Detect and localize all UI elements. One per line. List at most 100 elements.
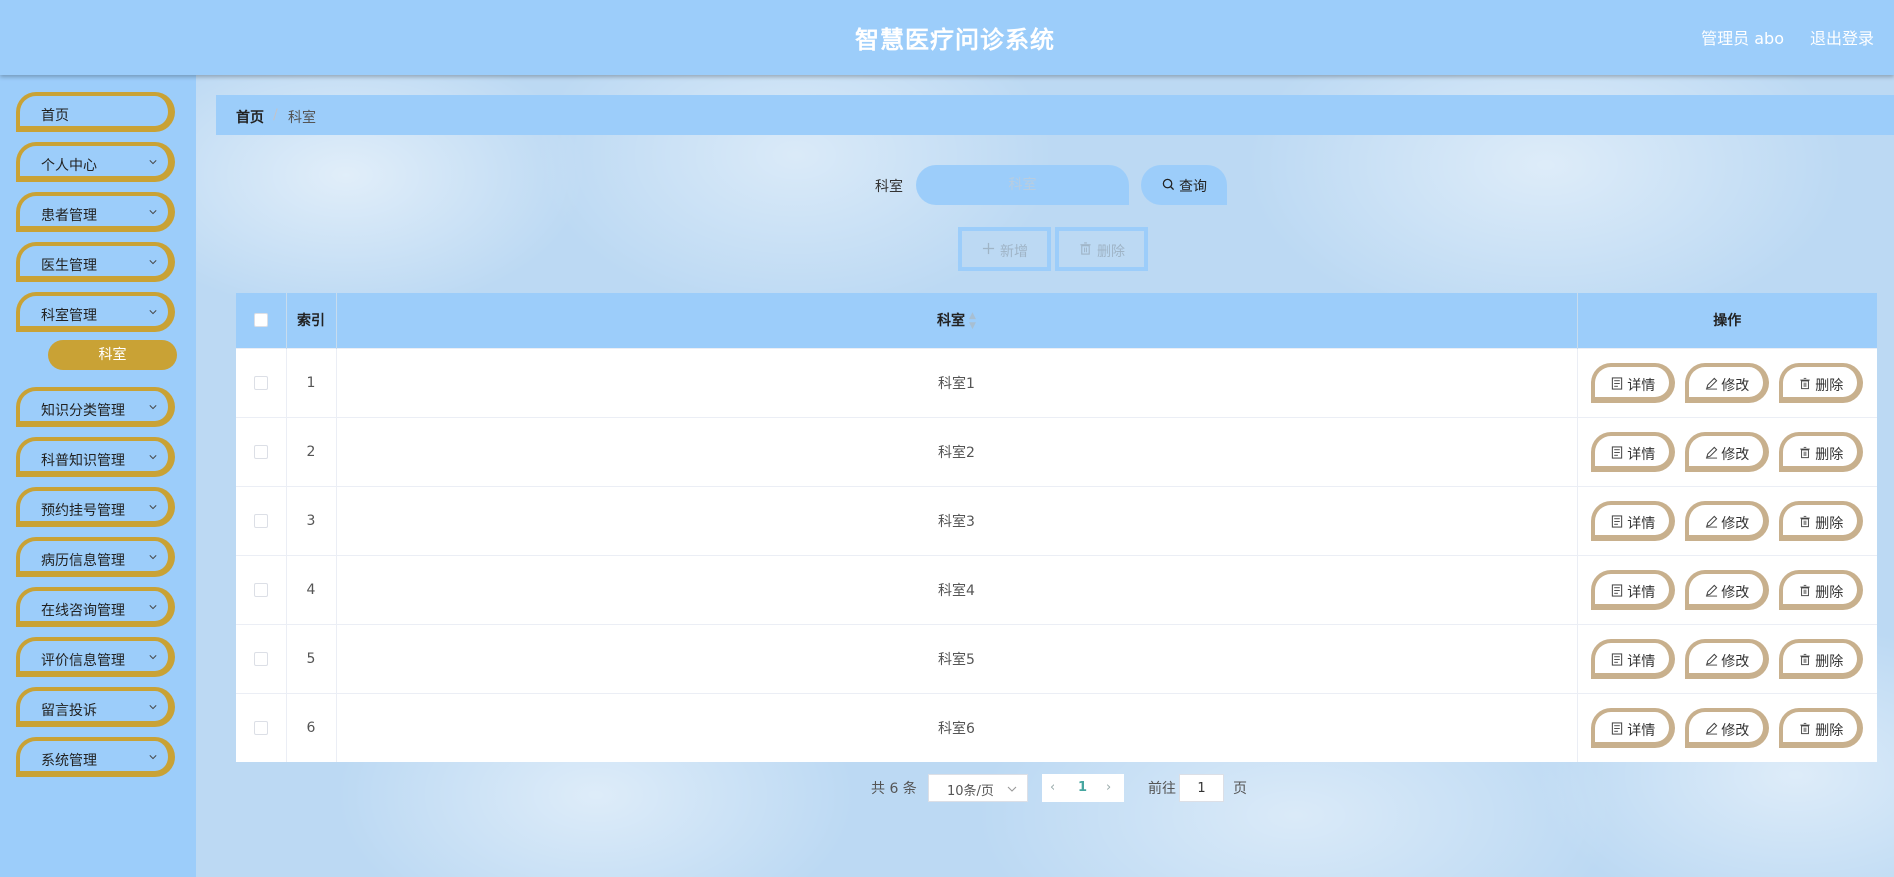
row-actions: 详情 修改 删除 <box>1577 692 1877 762</box>
chevron-down-icon <box>149 210 157 215</box>
delete-button[interactable]: 删除 <box>1779 431 1864 472</box>
pencil-icon <box>1706 377 1718 390</box>
delete-button[interactable]: 删除 <box>1779 707 1864 748</box>
row-department-name: 科室4 <box>336 554 1578 624</box>
detail-button[interactable]: 详情 <box>1591 362 1676 403</box>
edit-button[interactable]: 修改 <box>1685 707 1770 748</box>
edit-button-label: 修改 <box>1721 722 1750 739</box>
row-checkbox[interactable] <box>253 720 268 735</box>
top-header: 智慧医疗问诊系统 管理员 abo 退出登录 <box>0 0 1894 75</box>
row-actions: 详情 修改 删除 <box>1577 485 1877 555</box>
col-name-header[interactable]: 科室 ▲ ▼ <box>336 293 1578 348</box>
edit-button[interactable]: 修改 <box>1685 431 1770 472</box>
detail-button[interactable]: 详情 <box>1591 569 1676 610</box>
sidebar-item-departments[interactable]: 科室管理 <box>16 292 175 332</box>
detail-button[interactable]: 详情 <box>1591 638 1676 679</box>
sidebar-item-doctors[interactable]: 医生管理 <box>16 242 175 282</box>
bulk-delete-button-label: 删除 <box>1097 244 1125 260</box>
row-checkbox[interactable] <box>253 375 268 390</box>
delete-button[interactable]: 删除 <box>1779 362 1864 403</box>
row-select-cell <box>236 347 287 417</box>
sidebar-item-label: 首页 <box>41 108 69 124</box>
row-index: 1 <box>286 347 337 417</box>
row-select-cell <box>236 692 287 762</box>
pencil-icon <box>1706 722 1718 735</box>
goto-page-input[interactable] <box>1179 774 1224 802</box>
row-checkbox[interactable] <box>253 582 268 597</box>
sidebar-item-label: 知识分类管理 <box>41 403 125 419</box>
col-ops-header: 操作 <box>1577 293 1877 348</box>
document-icon <box>1612 652 1623 666</box>
delete-button[interactable]: 删除 <box>1779 569 1864 610</box>
sidebar-item-online-consult[interactable]: 在线咨询管理 <box>16 587 175 627</box>
next-page-icon[interactable]: › <box>1106 780 1111 795</box>
row-department-name: 科室5 <box>336 623 1578 693</box>
row-index: 3 <box>286 485 337 555</box>
sidebar-item-label: 留言投诉 <box>41 703 97 719</box>
row-checkbox[interactable] <box>253 444 268 459</box>
page-size-select[interactable]: 10条/页 <box>928 774 1028 802</box>
search-label: 科室 <box>875 179 903 195</box>
add-button-label: 新增 <box>1000 244 1028 260</box>
search-input[interactable] <box>916 165 1129 205</box>
breadcrumb-home[interactable]: 首页 <box>236 107 264 127</box>
prev-page-icon[interactable]: ‹ <box>1050 780 1055 795</box>
sidebar-item-personal-center[interactable]: 个人中心 <box>16 142 175 182</box>
table-row: 2 科室2 详情 修改 删除 <box>236 416 1877 486</box>
plus-icon <box>982 242 995 255</box>
app-title: 智慧医疗问诊系统 <box>855 26 1055 54</box>
sidebar-item-complaints[interactable]: 留言投诉 <box>16 687 175 727</box>
pencil-icon <box>1706 446 1718 459</box>
chevron-down-icon <box>1007 786 1017 792</box>
page-suffix: 页 <box>1233 781 1247 797</box>
current-page[interactable]: 1 <box>1078 780 1087 795</box>
select-all-checkbox[interactable] <box>253 313 268 328</box>
chevron-down-icon <box>149 455 157 460</box>
sidebar-item-system[interactable]: 系统管理 <box>16 737 175 777</box>
edit-button[interactable]: 修改 <box>1685 362 1770 403</box>
sidebar-item-label: 科普知识管理 <box>41 453 125 469</box>
table-row: 5 科室5 详情 修改 删除 <box>236 623 1877 693</box>
sidebar-item-patients[interactable]: 患者管理 <box>16 192 175 232</box>
edit-button-label: 修改 <box>1721 584 1750 601</box>
delete-button-label: 删除 <box>1815 653 1844 670</box>
sidebar-item-knowledge-categories[interactable]: 知识分类管理 <box>16 387 175 427</box>
trash-icon <box>1800 653 1810 665</box>
breadcrumb: 首页 / 科室 <box>216 95 1894 135</box>
row-actions: 详情 修改 删除 <box>1577 416 1877 486</box>
row-checkbox[interactable] <box>253 513 268 528</box>
detail-button[interactable]: 详情 <box>1591 431 1676 472</box>
search-button[interactable]: 查询 <box>1141 165 1227 205</box>
sidebar-item-label: 患者管理 <box>41 208 97 224</box>
sidebar: 首页 个人中心 患者管理 医生管理 科室管理 科室 知识分类管理 科普知识管理 … <box>0 75 196 877</box>
detail-button[interactable]: 详情 <box>1591 707 1676 748</box>
edit-button[interactable]: 修改 <box>1685 638 1770 679</box>
logout-link[interactable]: 退出登录 <box>1810 25 1874 49</box>
sidebar-subitem-department[interactable]: 科室 <box>48 340 177 370</box>
search-icon <box>1162 178 1175 191</box>
row-department-name: 科室2 <box>336 416 1578 486</box>
sidebar-item-label: 系统管理 <box>41 753 97 769</box>
bulk-delete-button[interactable]: 删除 <box>1055 227 1148 271</box>
detail-button[interactable]: 详情 <box>1591 500 1676 541</box>
main-content: 首页 / 科室 科室 查询 新增 删除 索引 科室▲▼ 操作 1科室1详情修改删… <box>196 75 1894 877</box>
row-checkbox[interactable] <box>253 651 268 666</box>
delete-button[interactable]: 删除 <box>1779 638 1864 679</box>
current-user: 管理员 abo <box>1701 29 1784 48</box>
pencil-icon <box>1706 653 1718 666</box>
row-actions: 详情 修改 删除 <box>1577 554 1877 624</box>
row-department-name: 科室3 <box>336 485 1578 555</box>
sidebar-item-medical-records[interactable]: 病历信息管理 <box>16 537 175 577</box>
edit-button[interactable]: 修改 <box>1685 569 1770 610</box>
chevron-down-icon <box>149 260 157 265</box>
sidebar-item-science-knowledge[interactable]: 科普知识管理 <box>16 437 175 477</box>
sidebar-item-home[interactable]: 首页 <box>16 92 175 132</box>
edit-button[interactable]: 修改 <box>1685 500 1770 541</box>
sidebar-item-reviews[interactable]: 评价信息管理 <box>16 637 175 677</box>
edit-button-label: 修改 <box>1721 446 1750 463</box>
delete-button[interactable]: 删除 <box>1779 500 1864 541</box>
detail-button-label: 详情 <box>1627 377 1656 394</box>
sidebar-item-appointments[interactable]: 预约挂号管理 <box>16 487 175 527</box>
sort-icon[interactable]: ▲ ▼ <box>969 311 976 331</box>
add-button[interactable]: 新增 <box>958 227 1051 271</box>
